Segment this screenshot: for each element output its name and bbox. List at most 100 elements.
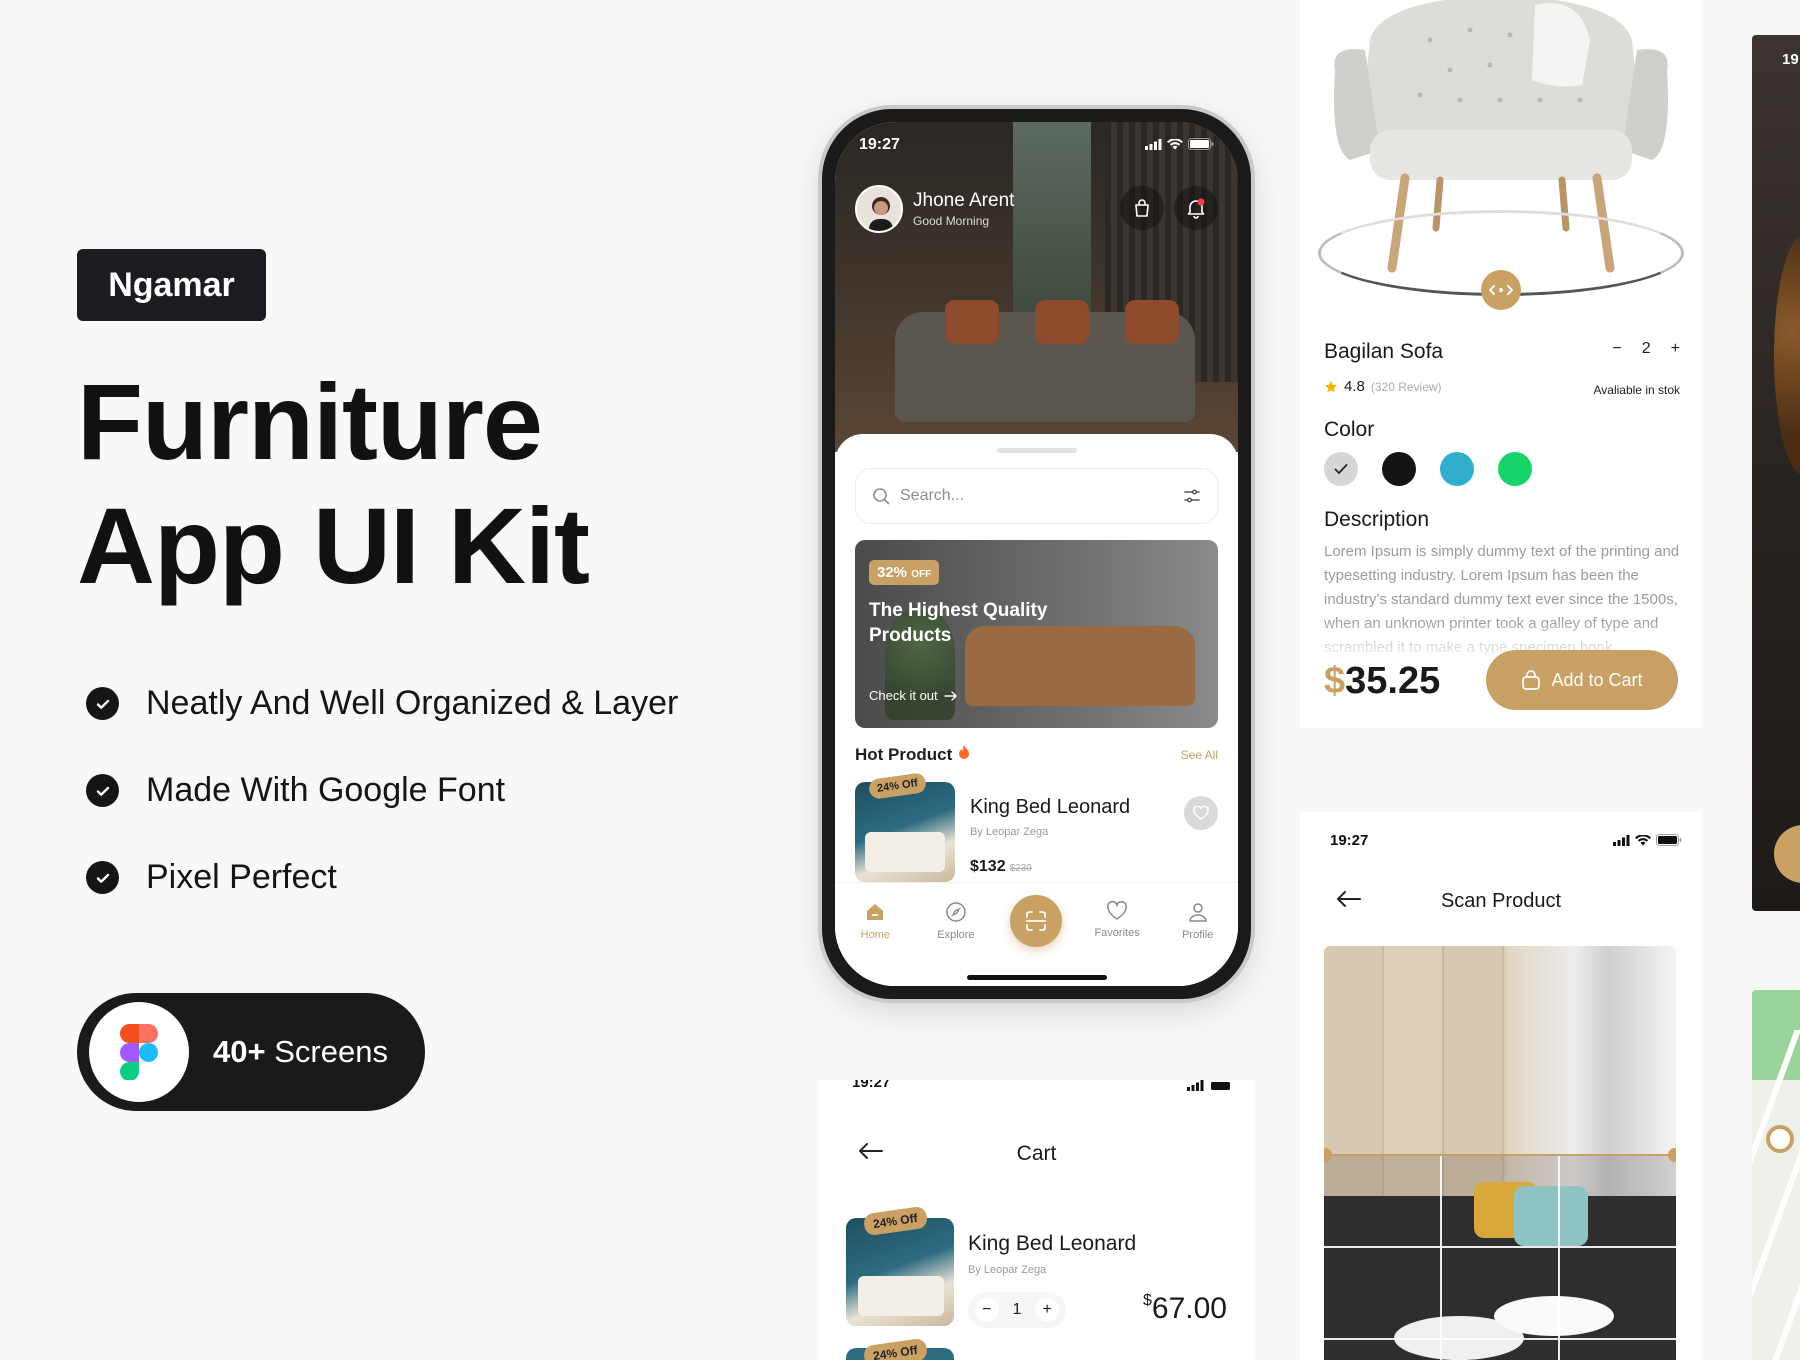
promo-banner[interactable]: 32% OFF The Highest Quality Products Che…: [855, 540, 1218, 728]
user-name: Jhone Arent: [913, 190, 1015, 211]
hero-title-line1: Furniture: [77, 361, 543, 482]
arrow-right-icon: [943, 690, 957, 701]
brand-badge: Ngamar: [77, 249, 266, 321]
scan-button[interactable]: [1010, 895, 1063, 947]
camera-viewfinder[interactable]: [1324, 946, 1676, 1360]
page-title: Cart: [1016, 1142, 1057, 1165]
product-price: $35.25: [1324, 660, 1440, 703]
feature-text: Made With Google Font: [146, 771, 506, 809]
peek-action-button[interactable]: [1774, 825, 1800, 883]
cart-item-price: $67.00: [1143, 1292, 1227, 1326]
scan-handle[interactable]: [1668, 1148, 1676, 1162]
battery-icon: [1188, 138, 1214, 150]
review-count: (320 Review): [1370, 379, 1442, 394]
nav-item-scan[interactable]: [1006, 895, 1066, 947]
grid-line: [1324, 1338, 1676, 1340]
nav-label: Profile: [1182, 929, 1214, 941]
feature-item: Pixel Perfect: [86, 834, 678, 921]
screens-count-label: 40+ Screens: [213, 1034, 388, 1070]
color-swatch[interactable]: [1382, 452, 1416, 486]
home-icon: [867, 904, 884, 920]
product-old-price: $239: [1009, 863, 1032, 874]
color-swatch[interactable]: [1498, 452, 1532, 486]
feature-text: Neatly And Well Organized & Layer: [146, 684, 679, 722]
fire-icon: [959, 745, 970, 759]
favorite-button[interactable]: [1184, 796, 1218, 830]
product-name: King Bed Leonard: [970, 796, 1131, 818]
see-all-link[interactable]: See All: [1181, 748, 1218, 762]
section-title-row: Hot Product: [855, 744, 971, 765]
price-currency: $: [1324, 660, 1346, 702]
product-brand: By Leopar Zega: [970, 826, 1049, 838]
grid-line: [1324, 1246, 1676, 1248]
product-price: $132: [970, 858, 1006, 875]
cart-button[interactable]: [1120, 186, 1164, 230]
grid-line: [1440, 1154, 1442, 1360]
status-time: 19:27: [852, 1080, 891, 1091]
decrement-button[interactable]: −: [974, 1298, 999, 1322]
home-indicator: [966, 975, 1107, 980]
quantity-stepper: − 1 +: [968, 1292, 1066, 1328]
status-icons: [1613, 834, 1682, 846]
price-value: 35.25: [1345, 660, 1441, 702]
feature-item: Neatly And Well Organized & Layer: [86, 660, 678, 747]
photo-pillow: [1125, 300, 1179, 344]
filter-icon[interactable]: [1183, 487, 1201, 505]
viewfinder-table-small: [1494, 1296, 1614, 1336]
product-rating: 4.8 (320 Review): [1324, 378, 1442, 395]
user-icon: [1188, 903, 1207, 922]
cart-item-image: [846, 1218, 954, 1326]
nav-item-profile[interactable]: Profile: [1168, 901, 1228, 941]
check-icon: [86, 861, 119, 894]
wifi-icon: [1635, 834, 1651, 845]
signal-icon: [1187, 1080, 1204, 1091]
user-header: Jhone Arent Good Morning: [855, 184, 1218, 234]
cart-item-brand: By Leopar Zega: [968, 1264, 1047, 1276]
page-title: Scan Product: [1440, 890, 1562, 912]
section-title: Hot Product: [855, 745, 953, 764]
promo-cta-link[interactable]: Check it out: [869, 688, 958, 703]
hot-product-header: Hot Product See All: [855, 744, 1218, 765]
location-pin-icon: [1766, 1125, 1794, 1153]
bottom-nav: Home Explore Favorites Profile: [835, 882, 1238, 986]
phone-mockup-home: 19:27 Jhone Arent Good Morning Search...…: [818, 105, 1255, 1003]
quantity-value: 2: [1641, 340, 1651, 357]
product-image: [855, 782, 955, 882]
battery-icon: [1211, 1082, 1230, 1090]
signal-icon: [1145, 138, 1162, 150]
notifications-button[interactable]: [1174, 186, 1218, 230]
price-value: 67.00: [1151, 1292, 1227, 1325]
sheet-handle[interactable]: [996, 448, 1077, 453]
nav-item-home[interactable]: Home: [845, 901, 905, 941]
color-swatch-selected[interactable]: [1324, 452, 1358, 486]
add-to-cart-button[interactable]: Add to Cart: [1486, 650, 1678, 710]
description-label: Description: [1324, 508, 1430, 531]
screens-count-pill: 40+ Screens: [77, 993, 425, 1111]
color-label: Color: [1324, 418, 1375, 441]
increment-button[interactable]: +: [1035, 1298, 1060, 1322]
nav-label: Favorites: [1094, 927, 1140, 939]
shopping-bag-icon: [1135, 199, 1149, 217]
wifi-icon: [1167, 138, 1183, 149]
status-bar: 19:27: [835, 136, 1238, 158]
promo-cta-label: Check it out: [869, 688, 938, 703]
price-currency: $: [1143, 1292, 1152, 1309]
heart-icon: [1193, 806, 1209, 820]
scan-icon: [1026, 911, 1047, 931]
promo-discount-badge: 32% OFF: [869, 560, 940, 585]
search-input[interactable]: Search...: [855, 468, 1218, 524]
status-time: 19:27: [1330, 832, 1369, 849]
product-card[interactable]: 24% Off King Bed Leonard By Leopar Zega …: [855, 772, 1218, 884]
compass-icon: [946, 902, 966, 922]
cart-screen: 19:27 Cart 24% Off King Bed Leonard By L…: [818, 1080, 1255, 1360]
rotate-view-handle[interactable]: [1481, 270, 1521, 310]
color-swatch[interactable]: [1440, 452, 1474, 486]
decrement-button[interactable]: −: [1612, 340, 1621, 358]
promo-discount: 32%: [877, 564, 908, 581]
nav-item-favorites[interactable]: Favorites: [1087, 901, 1147, 939]
screens-label: Screens: [274, 1034, 388, 1069]
rating-value: 4.8: [1344, 378, 1365, 395]
nav-item-explore[interactable]: Explore: [926, 901, 986, 941]
increment-button[interactable]: +: [1671, 340, 1680, 358]
avatar[interactable]: [855, 185, 903, 233]
